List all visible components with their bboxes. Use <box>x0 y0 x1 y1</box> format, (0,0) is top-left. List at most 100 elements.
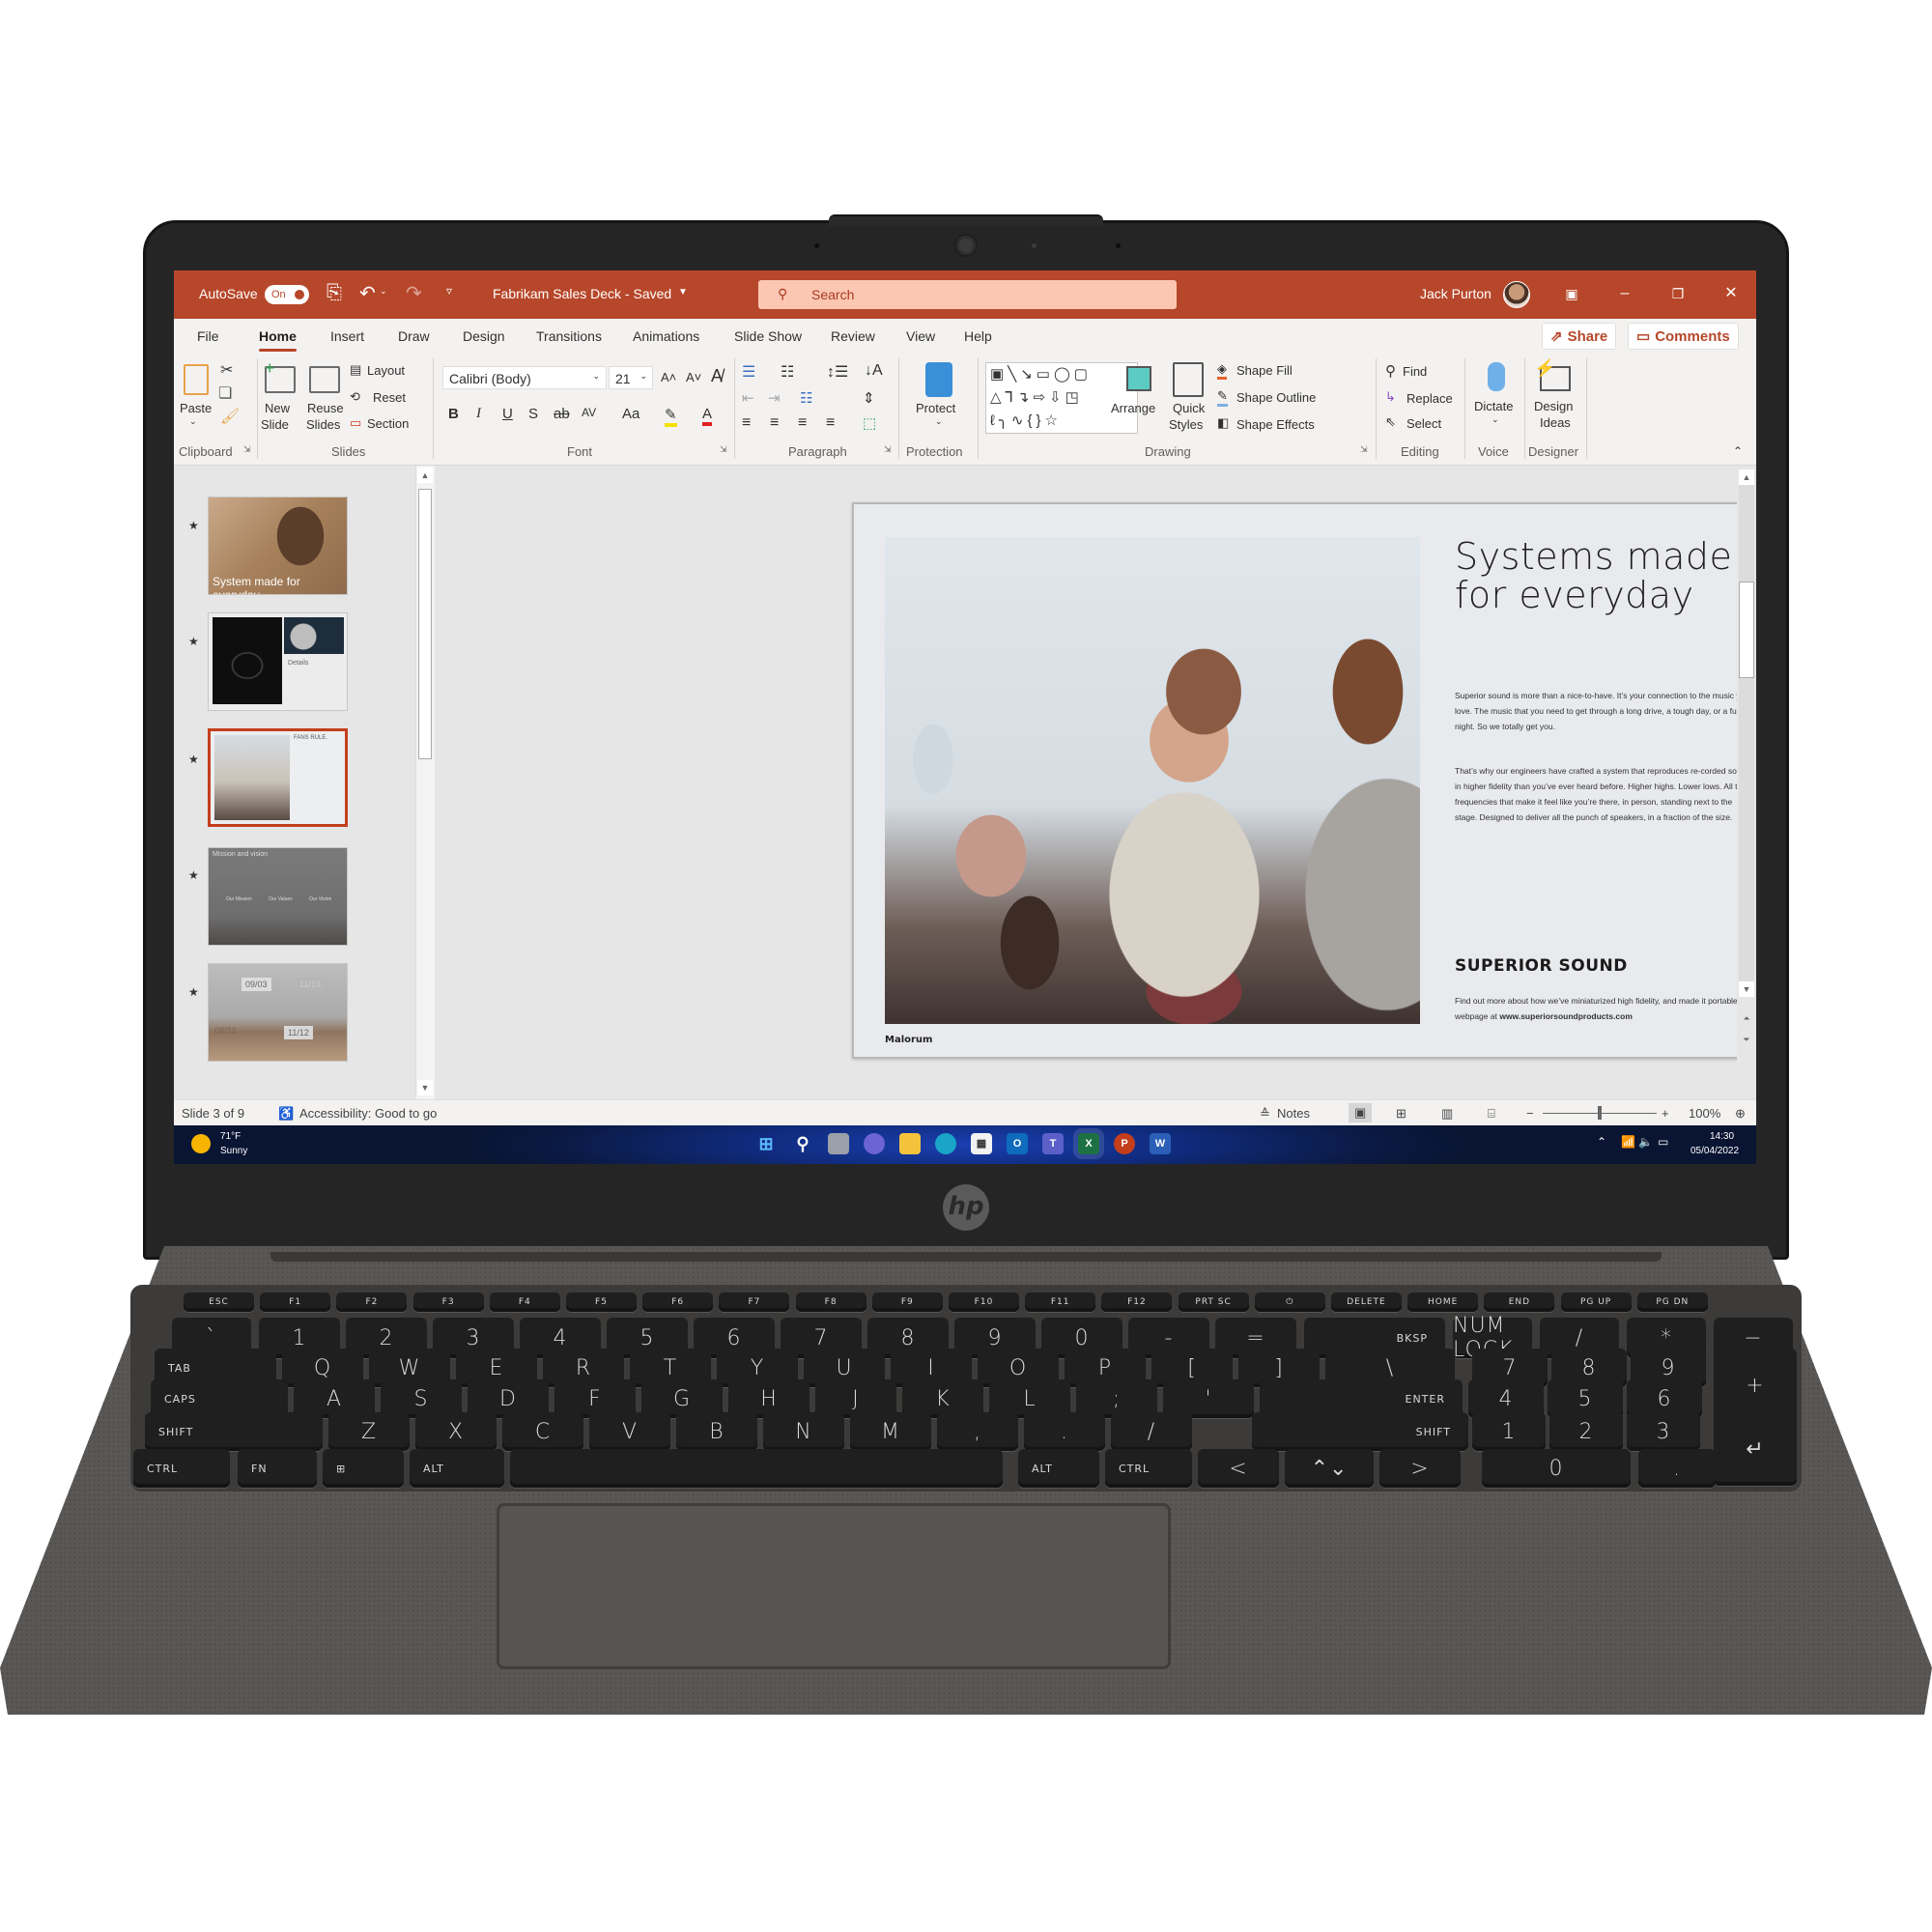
key[interactable]: F9 <box>871 1293 943 1312</box>
powerpoint-icon[interactable]: P <box>1114 1133 1135 1154</box>
key[interactable]: F7 <box>719 1293 790 1312</box>
key[interactable]: F8 <box>795 1293 867 1312</box>
save-icon[interactable]: ⎘ <box>327 282 342 304</box>
edge-icon[interactable] <box>935 1133 956 1154</box>
key[interactable]: END <box>1484 1293 1555 1312</box>
clock-time[interactable]: 14:30 <box>1710 1131 1734 1142</box>
ribbon-display-icon[interactable]: ▣ <box>1560 282 1583 305</box>
tab-help[interactable]: Help <box>964 328 992 344</box>
key[interactable]: HOME <box>1407 1293 1479 1312</box>
reuse-slides-label-1[interactable]: Reuse <box>307 401 344 415</box>
increase-indent-icon[interactable]: ⇥ <box>768 389 781 407</box>
clipboard-launcher-icon[interactable]: ⇲ <box>243 444 251 455</box>
zoom-in-button[interactable]: + <box>1662 1106 1669 1121</box>
key[interactable]: ⊞ <box>323 1449 404 1488</box>
store-icon[interactable]: ▦ <box>971 1133 992 1154</box>
justify-icon[interactable]: ≡ <box>826 414 835 432</box>
shrink-font-icon[interactable]: A˅ <box>686 370 701 384</box>
current-slide[interactable]: Systems made for everyday Superior sound… <box>852 502 1756 1059</box>
highlight-icon[interactable]: ✎ <box>665 406 677 427</box>
line-spacing-icon[interactable]: ↕☰ <box>827 362 848 382</box>
replace-button[interactable]: Replace <box>1406 391 1453 406</box>
key[interactable] <box>510 1449 1003 1488</box>
scroll-up-icon[interactable]: ▲ <box>417 468 433 483</box>
touchpad[interactable] <box>497 1503 1171 1669</box>
slide-title[interactable]: Systems made for everyday <box>1455 537 1732 614</box>
search-input[interactable]: ⚲ Search <box>758 280 1177 309</box>
align-center-icon[interactable]: ≡ <box>770 414 779 432</box>
key[interactable]: , <box>937 1412 1018 1451</box>
undo-icon[interactable]: ↶ <box>359 281 376 305</box>
font-size-select[interactable]: 21 ⌄ <box>609 366 653 389</box>
key[interactable]: V <box>589 1412 670 1451</box>
key[interactable]: . <box>1024 1412 1105 1451</box>
layout-button[interactable]: Layout <box>367 363 405 378</box>
paste-dropdown-icon[interactable]: ⌄ <box>189 416 197 427</box>
font-family-select[interactable]: Calibri (Body) ⌄ <box>442 366 607 389</box>
strikethrough-button[interactable]: ab <box>554 406 570 422</box>
key[interactable]: CTRL <box>133 1449 230 1488</box>
scroll-up-icon[interactable]: ▲ <box>1739 469 1754 485</box>
excel-icon[interactable]: X <box>1078 1133 1099 1154</box>
slide-heading[interactable]: SUPERIOR SOUND <box>1455 956 1628 976</box>
redo-icon[interactable]: ↷ <box>406 281 422 305</box>
dictate-button[interactable]: Dictate <box>1474 399 1513 413</box>
scroll-down-icon[interactable]: ▼ <box>417 1080 433 1095</box>
zoom-level[interactable]: 100% <box>1689 1106 1720 1121</box>
restore-icon[interactable]: ❐ <box>1666 282 1690 305</box>
user-name[interactable]: Jack Purton <box>1420 286 1492 301</box>
chevron-down-icon[interactable]: ⌄ <box>935 416 943 427</box>
wifi-icon[interactable]: 📶 <box>1621 1135 1635 1149</box>
slide-paragraph-2[interactable]: That’s why our engineers have crafted a … <box>1455 763 1754 825</box>
weather-desc[interactable]: Sunny <box>220 1146 247 1156</box>
shapes-gallery[interactable]: ▣╲↘▭◯▢ △⅂↴⇨⇩◳ ℓ╮∿{}☆ <box>985 362 1138 434</box>
next-slide-icon[interactable]: ⏷ <box>1739 1032 1754 1047</box>
teams-icon[interactable]: T <box>1042 1133 1064 1154</box>
key[interactable]: . <box>1638 1449 1716 1488</box>
reuse-slides-icon[interactable] <box>309 366 340 393</box>
key[interactable]: < <box>1198 1449 1279 1488</box>
key[interactable]: ESC <box>184 1293 254 1312</box>
shape-effects-button[interactable]: Shape Effects <box>1236 417 1315 432</box>
key[interactable]: C <box>502 1412 583 1451</box>
shape-outline-button[interactable]: Shape Outline <box>1236 390 1316 405</box>
accessibility-status[interactable]: Accessibility: Good to go <box>299 1106 437 1121</box>
slideshow-view-icon[interactable]: ⌸ <box>1488 1106 1495 1122</box>
slide-paragraph-1[interactable]: Superior sound is more than a nice-to-ha… <box>1455 688 1754 734</box>
key[interactable]: DELETE <box>1331 1293 1402 1312</box>
reuse-slides-label-2[interactable]: Slides <box>306 417 340 432</box>
key[interactable]: B <box>676 1412 757 1451</box>
drawing-launcher-icon[interactable]: ⇲ <box>1360 444 1368 455</box>
bold-button[interactable]: B <box>448 406 459 422</box>
title-dropdown-icon[interactable]: ▼ <box>678 287 688 298</box>
customize-toolbar-icon[interactable]: ▿ <box>446 284 452 298</box>
minimize-icon[interactable]: – <box>1613 282 1636 305</box>
share-button[interactable]: ⇗ Share <box>1542 323 1617 350</box>
tab-draw[interactable]: Draw <box>398 328 430 344</box>
key[interactable]: Z <box>328 1412 410 1451</box>
new-slide-label-2[interactable]: Slide <box>261 417 289 432</box>
slide-thumbnail-4[interactable]: Mission and vision Our Mission Our Value… <box>208 847 348 946</box>
key[interactable]: 2 <box>1549 1412 1623 1451</box>
slide-photo[interactable] <box>885 537 1420 1024</box>
numbering-icon[interactable]: ☷ <box>781 362 794 382</box>
slide-thumbnail-2[interactable]: Details <box>208 612 348 711</box>
underline-button[interactable]: U <box>502 406 513 422</box>
design-ideas-label-1[interactable]: Design <box>1534 399 1573 413</box>
file-explorer-icon[interactable] <box>899 1133 921 1154</box>
font-launcher-icon[interactable]: ⇲ <box>720 444 727 455</box>
slide-cta[interactable]: Find out more about how we’ve miniaturiz… <box>1455 993 1756 1024</box>
change-case-button[interactable]: Aa <box>622 406 639 422</box>
key[interactable]: F5 <box>566 1293 637 1312</box>
quick-styles-icon[interactable] <box>1173 362 1204 397</box>
reset-button[interactable]: Reset <box>373 390 406 405</box>
fit-to-window-icon[interactable]: ⊕ <box>1735 1106 1746 1122</box>
zoom-out-button[interactable]: − <box>1526 1106 1534 1121</box>
collapse-ribbon-icon[interactable]: ⌃ <box>1733 444 1743 458</box>
tab-slide-show[interactable]: Slide Show <box>734 328 802 344</box>
microphone-icon[interactable] <box>1488 362 1505 391</box>
key[interactable]: 1 <box>1472 1412 1546 1451</box>
align-left-icon[interactable]: ≡ <box>742 414 751 432</box>
avatar[interactable] <box>1503 281 1530 308</box>
chat-icon[interactable] <box>864 1133 885 1154</box>
